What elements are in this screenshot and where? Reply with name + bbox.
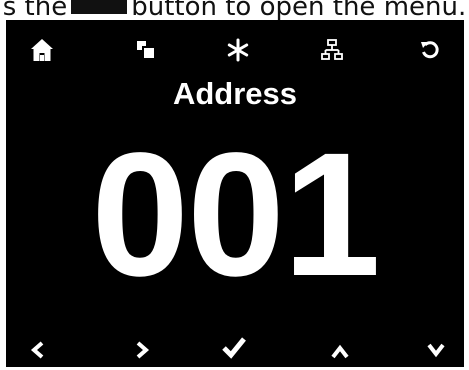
check-icon bbox=[222, 337, 246, 359]
confirm-button[interactable] bbox=[214, 330, 254, 366]
parameter-title: Address bbox=[172, 76, 298, 111]
caption-text-before: s the bbox=[2, 0, 68, 22]
network-button[interactable] bbox=[312, 32, 352, 68]
chevron-right-icon bbox=[136, 341, 150, 359]
asterisk-icon bbox=[227, 38, 249, 62]
device-screen: Address 001 bbox=[6, 20, 464, 367]
right-button[interactable] bbox=[122, 332, 162, 368]
down-button[interactable] bbox=[416, 332, 456, 368]
menu-button-glyph bbox=[71, 0, 128, 14]
network-icon bbox=[321, 39, 343, 60]
copy-button[interactable] bbox=[126, 32, 166, 68]
chevron-left-icon bbox=[30, 341, 44, 359]
caption-text-after: button to open the menu. bbox=[131, 0, 467, 22]
settings-button[interactable] bbox=[218, 32, 258, 68]
undo-button[interactable] bbox=[410, 32, 450, 68]
chevron-down-icon bbox=[427, 343, 445, 358]
chevron-up-icon bbox=[331, 344, 349, 359]
home-icon bbox=[31, 39, 53, 61]
left-button[interactable] bbox=[18, 332, 58, 368]
up-button[interactable] bbox=[320, 334, 360, 370]
undo-icon bbox=[421, 41, 439, 59]
home-button[interactable] bbox=[22, 32, 62, 68]
copy-icon bbox=[137, 41, 154, 58]
parameter-value: 001 bbox=[91, 117, 381, 313]
